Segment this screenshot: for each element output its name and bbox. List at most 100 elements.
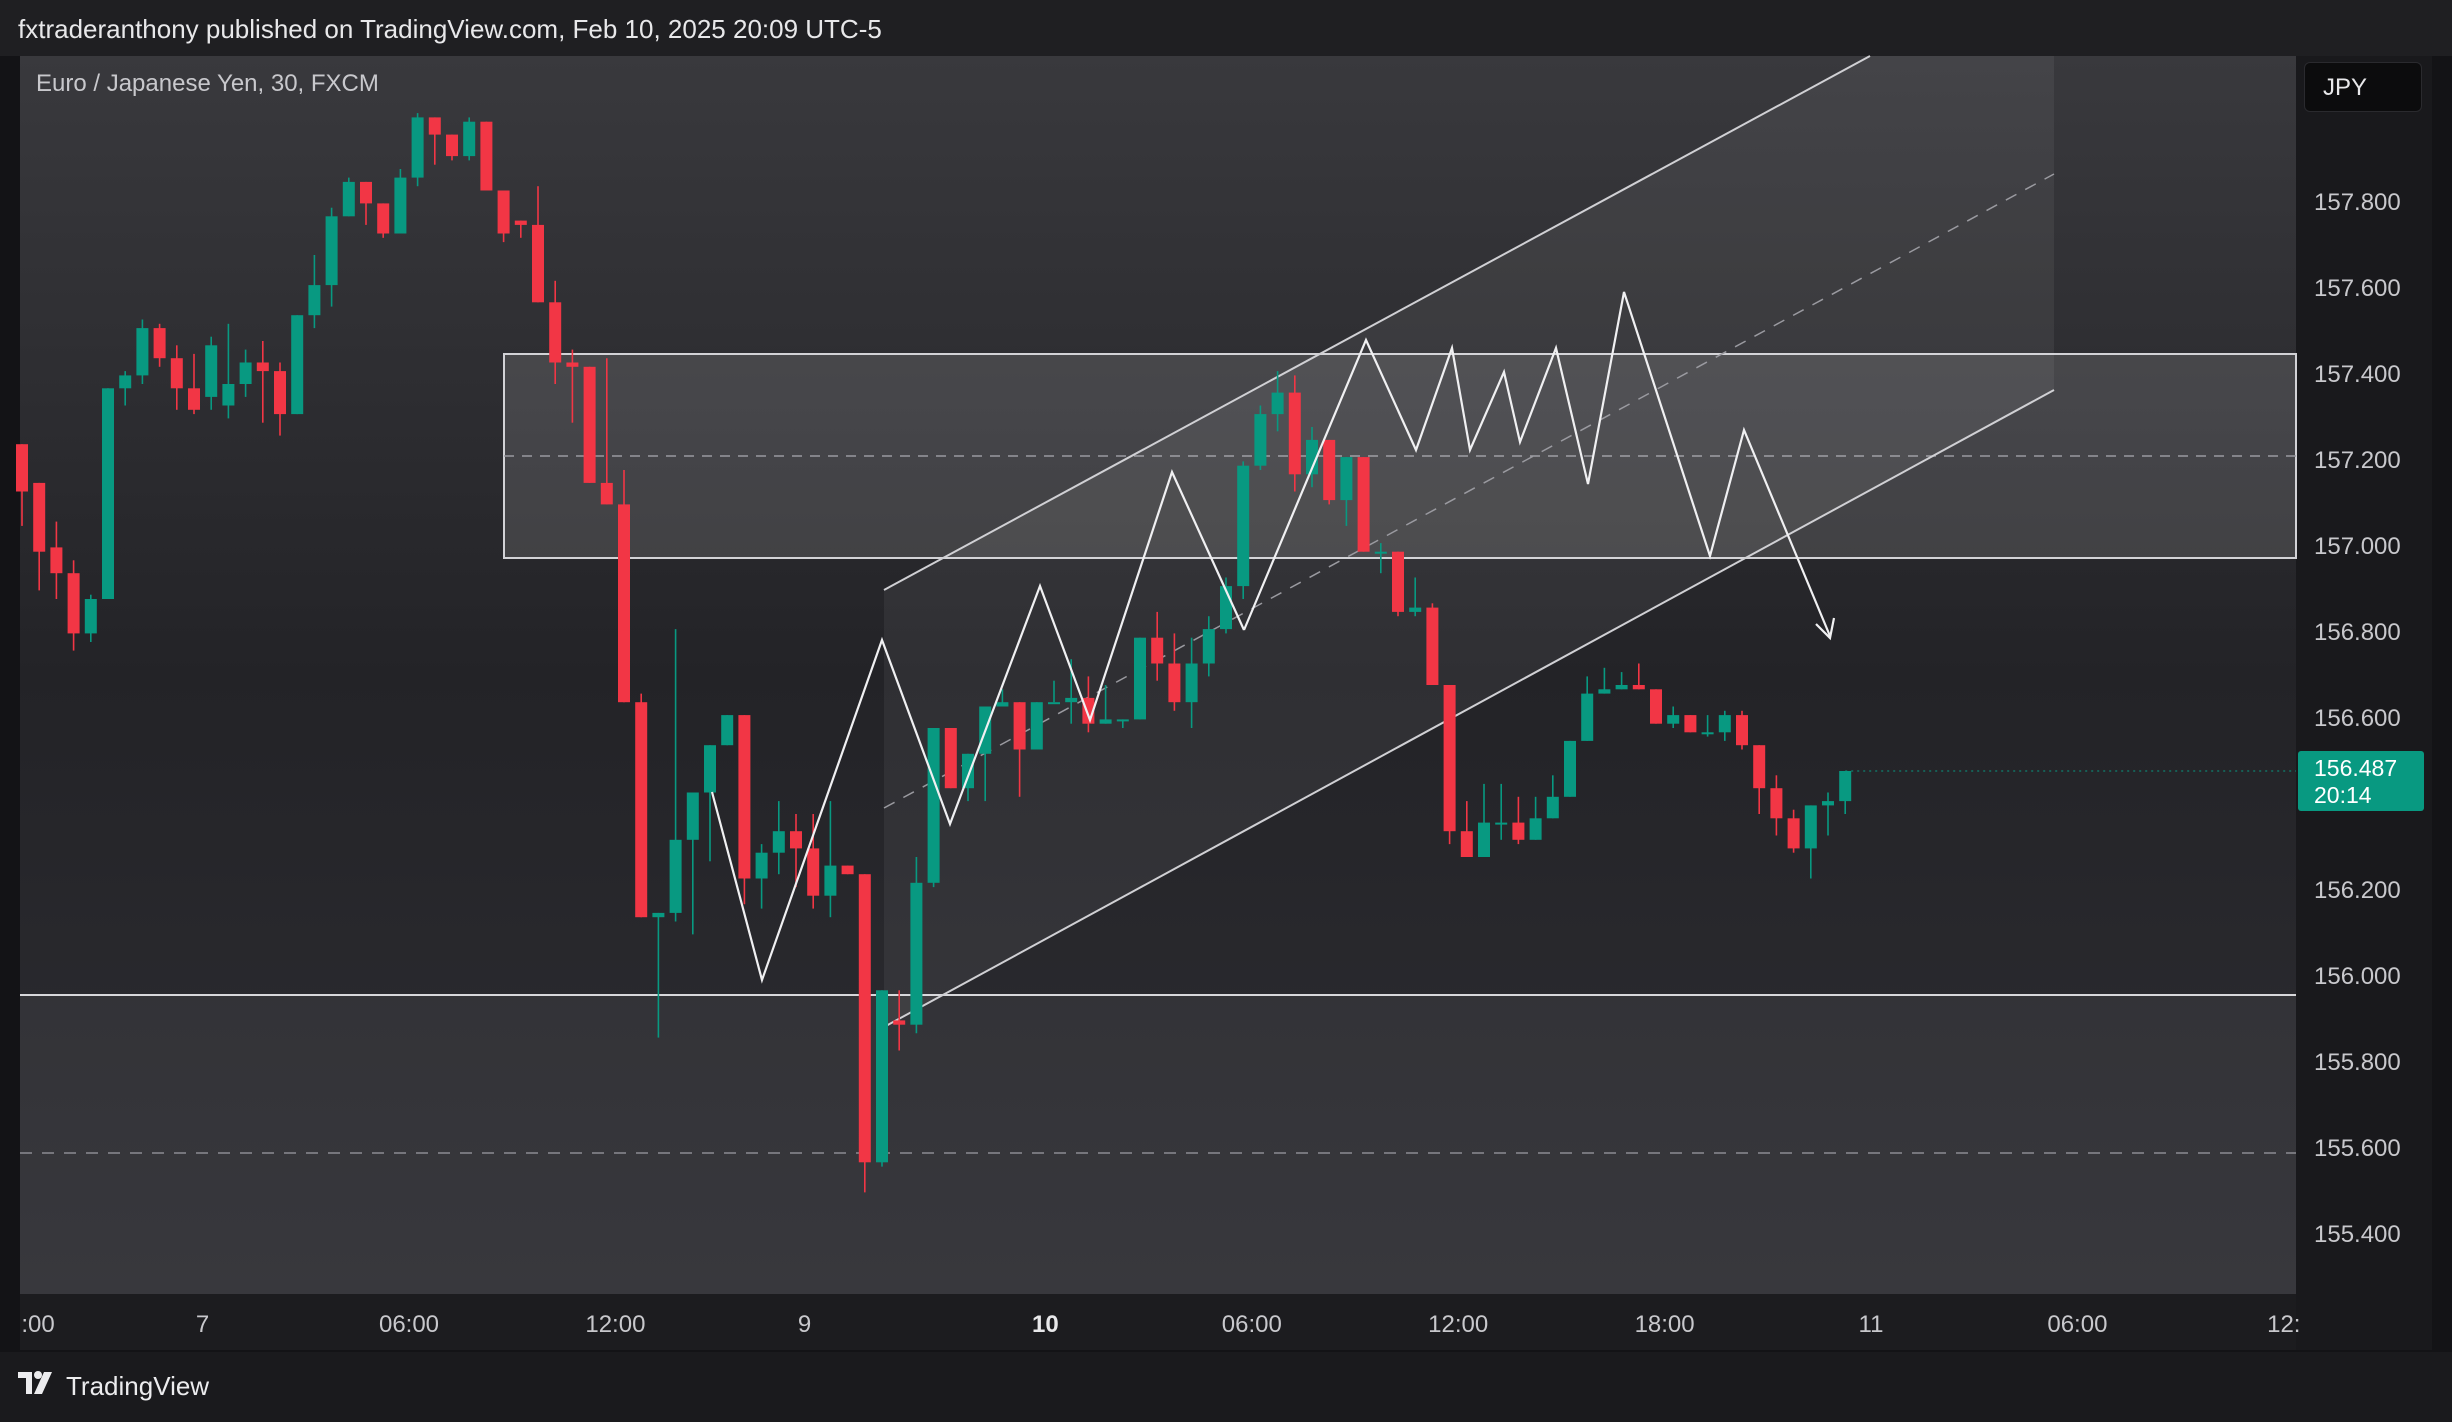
candle-down[interactable] <box>1357 457 1370 552</box>
candle-up[interactable] <box>1254 414 1267 466</box>
candle-down[interactable] <box>377 203 390 234</box>
candle-down[interactable] <box>170 358 183 389</box>
candle-up[interactable] <box>1546 796 1559 819</box>
candle-down[interactable] <box>33 482 46 552</box>
candle-up[interactable] <box>1374 551 1387 554</box>
candle-up[interactable] <box>721 715 734 746</box>
candle-down[interactable] <box>428 117 441 135</box>
candle-down[interactable] <box>188 388 200 410</box>
candle-down[interactable] <box>600 482 613 505</box>
candle-up[interactable] <box>962 753 974 789</box>
candle-up[interactable] <box>1048 702 1060 705</box>
candle-down[interactable] <box>1770 788 1783 819</box>
candle-up[interactable] <box>325 216 338 286</box>
candle-down[interactable] <box>1460 831 1473 857</box>
candle-down[interactable] <box>618 504 630 703</box>
candle-down[interactable] <box>1736 715 1748 746</box>
candle-up[interactable] <box>772 831 785 853</box>
candle-down[interactable] <box>514 220 527 225</box>
chart-canvas[interactable] <box>0 0 2452 1422</box>
candle-down[interactable] <box>446 134 458 157</box>
candle-up[interactable] <box>136 328 149 376</box>
candle-up[interactable] <box>1202 629 1215 664</box>
candle-up[interactable] <box>824 865 837 896</box>
candle-up[interactable] <box>222 384 235 406</box>
candle-down[interactable] <box>1013 702 1026 750</box>
candle-down[interactable] <box>274 371 286 415</box>
candle-down[interactable] <box>1151 637 1164 664</box>
candle-up[interactable] <box>102 388 114 599</box>
candle-down[interactable] <box>566 362 579 367</box>
candle-up[interactable] <box>308 285 321 316</box>
tradingview-brand[interactable]: TradingView <box>66 1371 209 1402</box>
candle-down[interactable] <box>16 444 28 492</box>
candle-up[interactable] <box>1134 637 1146 720</box>
time-scale[interactable] <box>20 1294 2296 1350</box>
candle-down[interactable] <box>858 874 871 1163</box>
candle-down[interactable] <box>1753 745 1766 789</box>
candle-down[interactable] <box>1288 392 1301 475</box>
candle-up[interactable] <box>1409 607 1422 612</box>
candle-down[interactable] <box>807 848 820 896</box>
candle-up[interactable] <box>669 839 682 913</box>
candle-down[interactable] <box>1684 715 1697 733</box>
currency-button[interactable]: JPY <box>2304 62 2422 112</box>
candle-up[interactable] <box>1529 818 1542 840</box>
tradingview-logo-icon[interactable] <box>18 1370 60 1396</box>
candle-up[interactable] <box>1185 663 1198 703</box>
candle-down[interactable] <box>480 121 493 191</box>
candle-up[interactable] <box>1564 740 1576 797</box>
candle-up[interactable] <box>342 181 355 217</box>
candle-down[interactable] <box>532 224 544 303</box>
candle-up[interactable] <box>1030 702 1043 750</box>
candle-up[interactable] <box>686 792 699 840</box>
candle-up[interactable] <box>876 990 888 1163</box>
candle-up[interactable] <box>1116 719 1129 722</box>
candle-up[interactable] <box>755 852 768 879</box>
candle-up[interactable] <box>1581 693 1594 741</box>
candle-up[interactable] <box>996 702 1009 707</box>
candle-up[interactable] <box>119 375 132 389</box>
candle-down[interactable] <box>549 302 562 363</box>
candle-up[interactable] <box>1839 771 1852 802</box>
candle-down[interactable] <box>1512 822 1525 840</box>
candle-down[interactable] <box>50 547 63 574</box>
candle-down[interactable] <box>1323 439 1336 501</box>
candle-up[interactable] <box>1701 732 1714 735</box>
candle-up[interactable] <box>652 912 665 918</box>
candle-up[interactable] <box>1478 822 1490 857</box>
candle-up[interactable] <box>1495 822 1508 825</box>
candle-up[interactable] <box>1615 685 1628 690</box>
candle-down[interactable] <box>497 190 510 234</box>
candle-up[interactable] <box>704 745 716 793</box>
candle-down[interactable] <box>738 715 751 879</box>
candle-up[interactable] <box>394 177 407 234</box>
candle-down[interactable] <box>635 702 648 918</box>
candle-down[interactable] <box>256 362 269 372</box>
candle-up[interactable] <box>1237 465 1250 587</box>
candle-down[interactable] <box>1632 685 1645 690</box>
candle-up[interactable] <box>291 315 304 415</box>
candle-up[interactable] <box>1804 805 1817 849</box>
candle-down[interactable] <box>841 865 854 875</box>
candle-up[interactable] <box>1718 715 1731 733</box>
candle-down[interactable] <box>1392 551 1404 612</box>
candle-up[interactable] <box>463 121 476 157</box>
candle-up[interactable] <box>1271 392 1284 415</box>
candle-up[interactable] <box>84 599 97 634</box>
candle-up[interactable] <box>1667 715 1680 724</box>
candle-up[interactable] <box>239 362 252 385</box>
candle-down[interactable] <box>944 728 957 789</box>
candle-down[interactable] <box>1426 607 1439 685</box>
candle-up[interactable] <box>1340 457 1353 501</box>
candle-down[interactable] <box>1443 685 1456 832</box>
candle-up[interactable] <box>1065 697 1078 703</box>
candle-up[interactable] <box>910 882 923 1025</box>
candle-down[interactable] <box>360 181 372 204</box>
candle-up[interactable] <box>1598 689 1611 694</box>
candle-down[interactable] <box>790 831 802 849</box>
candle-up[interactable] <box>1099 719 1112 724</box>
candle-up[interactable] <box>927 728 940 883</box>
candle-down[interactable] <box>153 328 166 359</box>
candle-up[interactable] <box>1822 801 1834 806</box>
